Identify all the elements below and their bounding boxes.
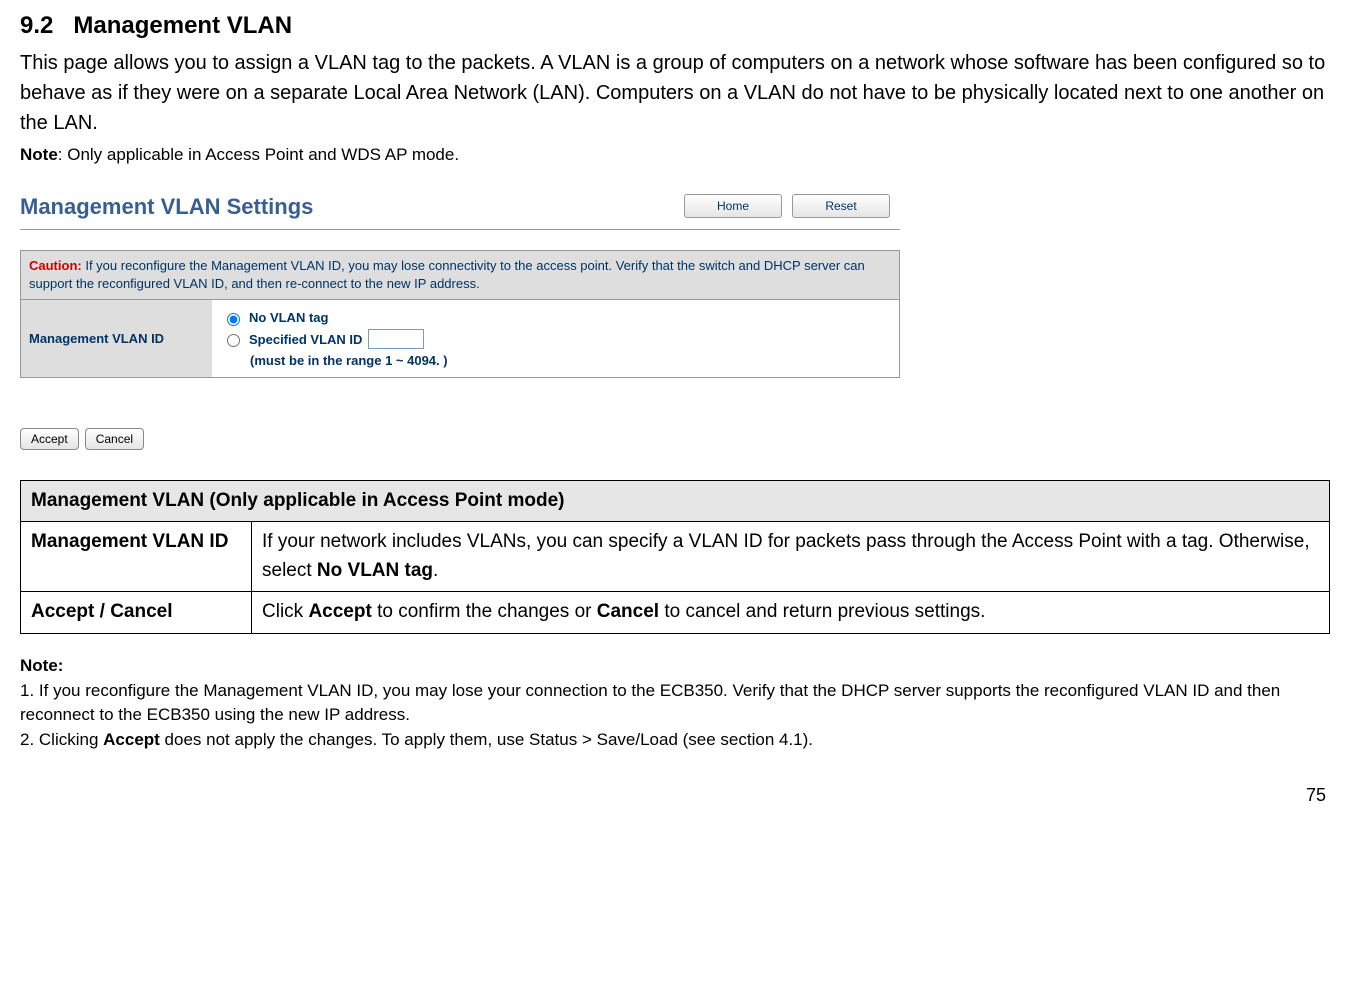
note-prefix: Note	[20, 145, 58, 164]
note-text: : Only applicable in Access Point and WD…	[58, 145, 459, 164]
info-table: Management VLAN (Only applicable in Acce…	[20, 480, 1330, 634]
table-row: Accept / Cancel Click Accept to confirm …	[21, 592, 1330, 634]
specified-vlan-radio[interactable]	[227, 334, 240, 347]
screenshot-title: Management VLAN Settings	[20, 190, 313, 223]
footer-text: 2. Clicking	[20, 730, 103, 749]
cell-text: Click	[262, 601, 308, 622]
cell-text: to confirm the changes or	[372, 601, 597, 622]
cell-bold: Cancel	[597, 601, 659, 622]
intro-paragraph: This page allows you to assign a VLAN ta…	[20, 48, 1330, 138]
accept-button[interactable]: Accept	[20, 428, 79, 450]
cell-text: .	[433, 560, 438, 581]
settings-screenshot: Management VLAN Settings Home Reset Caut…	[20, 188, 900, 450]
no-vlan-tag-radio[interactable]	[227, 313, 240, 326]
footer-text: does not apply the changes. To apply the…	[160, 730, 813, 749]
table-label-cell: Accept / Cancel	[21, 592, 252, 634]
cell-bold: Accept	[308, 601, 371, 622]
table-header-cell: Management VLAN (Only applicable in Acce…	[21, 480, 1330, 522]
section-number: 9.2	[20, 12, 53, 39]
header-button-group: Home Reset	[684, 194, 890, 218]
vlan-id-row: Management VLAN ID No VLAN tag Specified…	[20, 300, 900, 378]
home-button[interactable]: Home	[684, 194, 782, 218]
reset-button[interactable]: Reset	[792, 194, 890, 218]
footer-note-heading: Note:	[20, 654, 1330, 679]
footer-notes: Note: 1. If you reconfigure the Manageme…	[20, 654, 1330, 753]
note-line: Note: Only applicable in Access Point an…	[20, 142, 1330, 168]
cell-bold: No VLAN tag	[317, 560, 433, 581]
table-row: Management VLAN ID If your network inclu…	[21, 522, 1330, 592]
footer-note-line: 1. If you reconfigure the Management VLA…	[20, 679, 1330, 728]
no-vlan-tag-option[interactable]: No VLAN tag	[222, 308, 889, 328]
table-value-cell: If your network includes VLANs, you can …	[252, 522, 1330, 592]
screenshot-header: Management VLAN Settings Home Reset	[20, 188, 900, 225]
table-value-cell: Click Accept to confirm the changes or C…	[252, 592, 1330, 634]
no-vlan-tag-label: No VLAN tag	[249, 308, 328, 328]
table-label-cell: Management VLAN ID	[21, 522, 252, 592]
section-title-text: Management VLAN	[73, 12, 292, 39]
caution-label: Caution:	[29, 258, 82, 273]
footer-note-line: 2. Clicking Accept does not apply the ch…	[20, 728, 1330, 753]
caution-box: Caution: If you reconfigure the Manageme…	[20, 250, 900, 300]
specified-vlan-option[interactable]: Specified VLAN ID	[222, 329, 889, 349]
divider	[20, 229, 900, 230]
vlan-row-options: No VLAN tag Specified VLAN ID (must be i…	[212, 300, 899, 377]
form-button-group: Accept Cancel	[20, 428, 900, 450]
vlan-id-input[interactable]	[368, 329, 424, 349]
page-number: 75	[20, 782, 1330, 809]
specified-vlan-label: Specified VLAN ID	[249, 330, 362, 350]
caution-text: If you reconfigure the Management VLAN I…	[29, 258, 865, 291]
section-heading: 9.2 Management VLAN	[20, 8, 1330, 44]
vlan-range-note: (must be in the range 1 ~ 4094. )	[250, 351, 889, 371]
cell-text: to cancel and return previous settings.	[659, 601, 985, 622]
cancel-button[interactable]: Cancel	[85, 428, 144, 450]
footer-bold: Accept	[103, 730, 160, 749]
table-header-row: Management VLAN (Only applicable in Acce…	[21, 480, 1330, 522]
vlan-row-label: Management VLAN ID	[21, 300, 212, 377]
